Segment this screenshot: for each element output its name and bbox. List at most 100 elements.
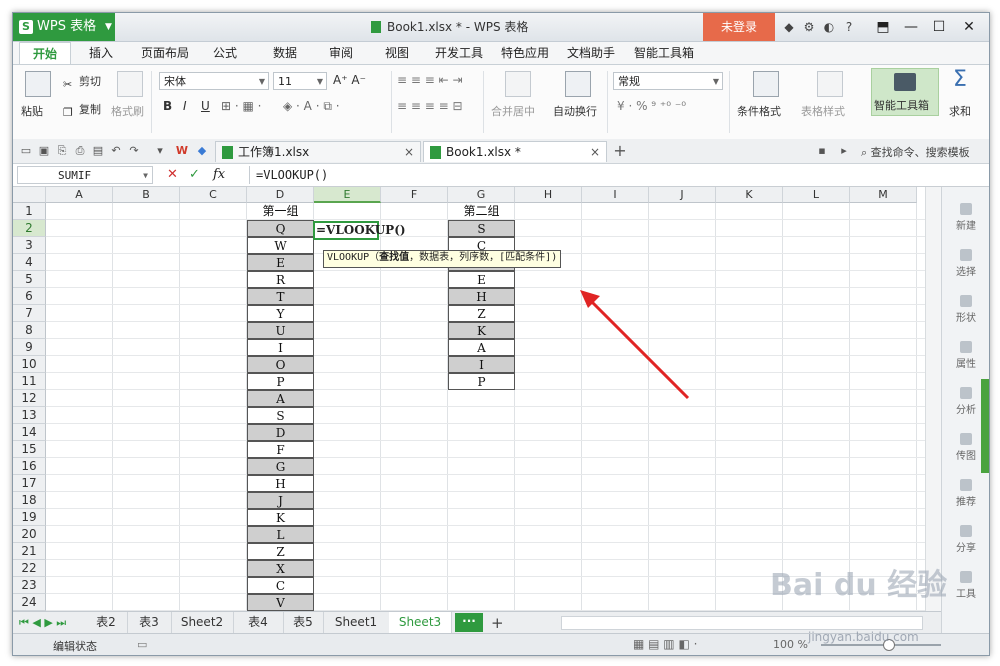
close-button[interactable]: ✕ [955, 13, 983, 41]
row-header-24[interactable]: 24 [13, 594, 46, 611]
data-cell[interactable]: V [247, 594, 314, 611]
row-header-23[interactable]: 23 [13, 577, 46, 594]
group-header-cell[interactable]: 第二组 [448, 203, 515, 220]
data-cell[interactable]: Z [448, 305, 515, 322]
group-header-cell[interactable]: 第一组 [247, 203, 314, 220]
data-cell[interactable]: K [247, 509, 314, 526]
row-header-20[interactable]: 20 [13, 526, 46, 543]
confirm-formula-icon[interactable]: ✓ [189, 166, 200, 184]
data-cell[interactable]: Y [247, 305, 314, 322]
row-header-18[interactable]: 18 [13, 492, 46, 509]
fill-color-icon[interactable]: ◈ · A · ⧉ · [283, 99, 340, 114]
wps-app-menu-button[interactable]: S WPS 表格 ▼ [13, 13, 115, 41]
data-cell[interactable]: O [247, 356, 314, 373]
tab-doc-assistant[interactable]: 文档助手 [563, 42, 619, 64]
row-header-3[interactable]: 3 [13, 237, 46, 254]
column-header-k[interactable]: K [716, 187, 783, 203]
sheet-tab[interactable]: 表2 [85, 612, 128, 633]
data-cell[interactable]: L [247, 526, 314, 543]
cut-button[interactable]: ✂ 剪切 [63, 73, 101, 92]
save-icon[interactable]: ▣ [37, 144, 51, 158]
doc-tab-book1[interactable]: Book1.xlsx * × [423, 141, 607, 162]
column-header-a[interactable]: A [46, 187, 113, 203]
sidebar-toggle-handle[interactable] [981, 379, 989, 473]
customize-icon[interactable]: ▾ [153, 144, 167, 158]
data-cell[interactable]: D [247, 424, 314, 441]
filter-icon[interactable]: ▸ [837, 144, 851, 158]
data-cell[interactable]: A [448, 339, 515, 356]
sidebar-item-select[interactable]: 选择 [942, 249, 989, 278]
more-sheets-button[interactable]: ··· [455, 613, 483, 632]
paste-icon[interactable] [25, 71, 51, 97]
data-cell[interactable]: E [247, 254, 314, 271]
column-header-g[interactable]: G [448, 187, 515, 203]
data-cell[interactable]: G [247, 458, 314, 475]
search-command[interactable]: ⌕ 查找命令、搜索模板 [861, 144, 970, 160]
print-icon[interactable]: ⎙ [73, 144, 87, 158]
data-cell[interactable]: S [247, 407, 314, 424]
row-header-19[interactable]: 19 [13, 509, 46, 526]
grow-font-icon[interactable]: A⁺ A⁻ [333, 73, 366, 87]
data-cell[interactable]: X [247, 560, 314, 577]
tab-smart-toolbox[interactable]: 智能工具箱 [629, 42, 699, 64]
data-cell[interactable]: Q [247, 220, 314, 237]
sheet-tab-active[interactable]: Sheet3 [389, 612, 452, 635]
data-cell[interactable]: Z [247, 543, 314, 560]
export-icon[interactable]: ⎘ [55, 144, 69, 158]
tab-view[interactable]: 视图 [377, 42, 417, 64]
settings-icon[interactable]: ⚙ [799, 13, 819, 41]
bold-button[interactable]: B [163, 99, 172, 113]
row-header-8[interactable]: 8 [13, 322, 46, 339]
active-edit-cell[interactable]: =VLOOKUP() [313, 221, 406, 240]
column-header-m[interactable]: M [850, 187, 917, 203]
data-cell[interactable]: I [247, 339, 314, 356]
sum-button[interactable]: 求和 [949, 103, 971, 119]
data-cell[interactable]: R [247, 271, 314, 288]
tab-developer[interactable]: 开发工具 [431, 42, 487, 64]
data-cell[interactable]: H [448, 288, 515, 305]
zoom-level[interactable]: 100 % [773, 638, 808, 651]
data-cell[interactable]: E [448, 271, 515, 288]
row-header-16[interactable]: 16 [13, 458, 46, 475]
data-cell[interactable]: H [247, 475, 314, 492]
data-cell[interactable]: T [247, 288, 314, 305]
number-format-icons[interactable]: ¥ · % ⁹ ⁺⁰ ⁻⁰ [617, 99, 686, 113]
column-header-d[interactable]: D [247, 187, 314, 203]
row-header-9[interactable]: 9 [13, 339, 46, 356]
merge-center-button[interactable]: 合并居中 [491, 103, 535, 119]
sum-icon[interactable]: Σ [953, 67, 967, 92]
data-cell[interactable]: S [448, 220, 515, 237]
spreadsheet-grid[interactable]: A B C D E F G H I J K L M 1 2 3 4 5 6 7 8 9 10 11 12 13 14 15 16 17 18… [13, 187, 939, 611]
font-name-select[interactable]: 宋体 ▼ [159, 72, 269, 90]
view-mode-icons[interactable]: ▦ ▤ ▥ ◧ · [633, 637, 697, 651]
data-cell[interactable]: W [247, 237, 314, 254]
data-cell[interactable]: I [448, 356, 515, 373]
row-header-4[interactable]: 4 [13, 254, 46, 271]
new-tab-icon[interactable]: + [613, 143, 627, 159]
preview-icon[interactable]: ▤ [91, 144, 105, 158]
minimize-button[interactable]: — [897, 13, 925, 41]
chat-icon[interactable]: ▪ [815, 144, 829, 158]
row-header-6[interactable]: 6 [13, 288, 46, 305]
close-icon[interactable]: × [404, 142, 414, 163]
row-header-2[interactable]: 2 [13, 220, 46, 237]
data-cell[interactable]: U [247, 322, 314, 339]
vertical-scrollbar[interactable] [925, 187, 940, 611]
row-header-15[interactable]: 15 [13, 441, 46, 458]
close-icon[interactable]: × [590, 142, 600, 163]
help-icon[interactable]: ? [839, 13, 859, 41]
column-header-c[interactable]: C [180, 187, 247, 203]
align-horizontal-icons[interactable]: ≡ ≡ ≡ ≡ ⊟ [397, 99, 463, 113]
wps-w-icon[interactable]: W [175, 144, 189, 158]
tab-data[interactable]: 数据 [265, 42, 305, 64]
tab-review[interactable]: 审阅 [321, 42, 361, 64]
sidebar-item-new[interactable]: 新建 [942, 203, 989, 232]
conditional-format-button[interactable]: 条件格式 [737, 103, 781, 119]
sheet-tab[interactable]: Sheet2 [171, 612, 234, 633]
add-sheet-button[interactable]: + [491, 614, 504, 632]
tab-formula[interactable]: 公式 [205, 42, 245, 64]
select-all-corner[interactable] [13, 187, 46, 203]
underline-button[interactable]: U [201, 99, 210, 113]
data-cell[interactable]: K [448, 322, 515, 339]
format-painter-button[interactable]: 格式刷 [111, 103, 144, 119]
